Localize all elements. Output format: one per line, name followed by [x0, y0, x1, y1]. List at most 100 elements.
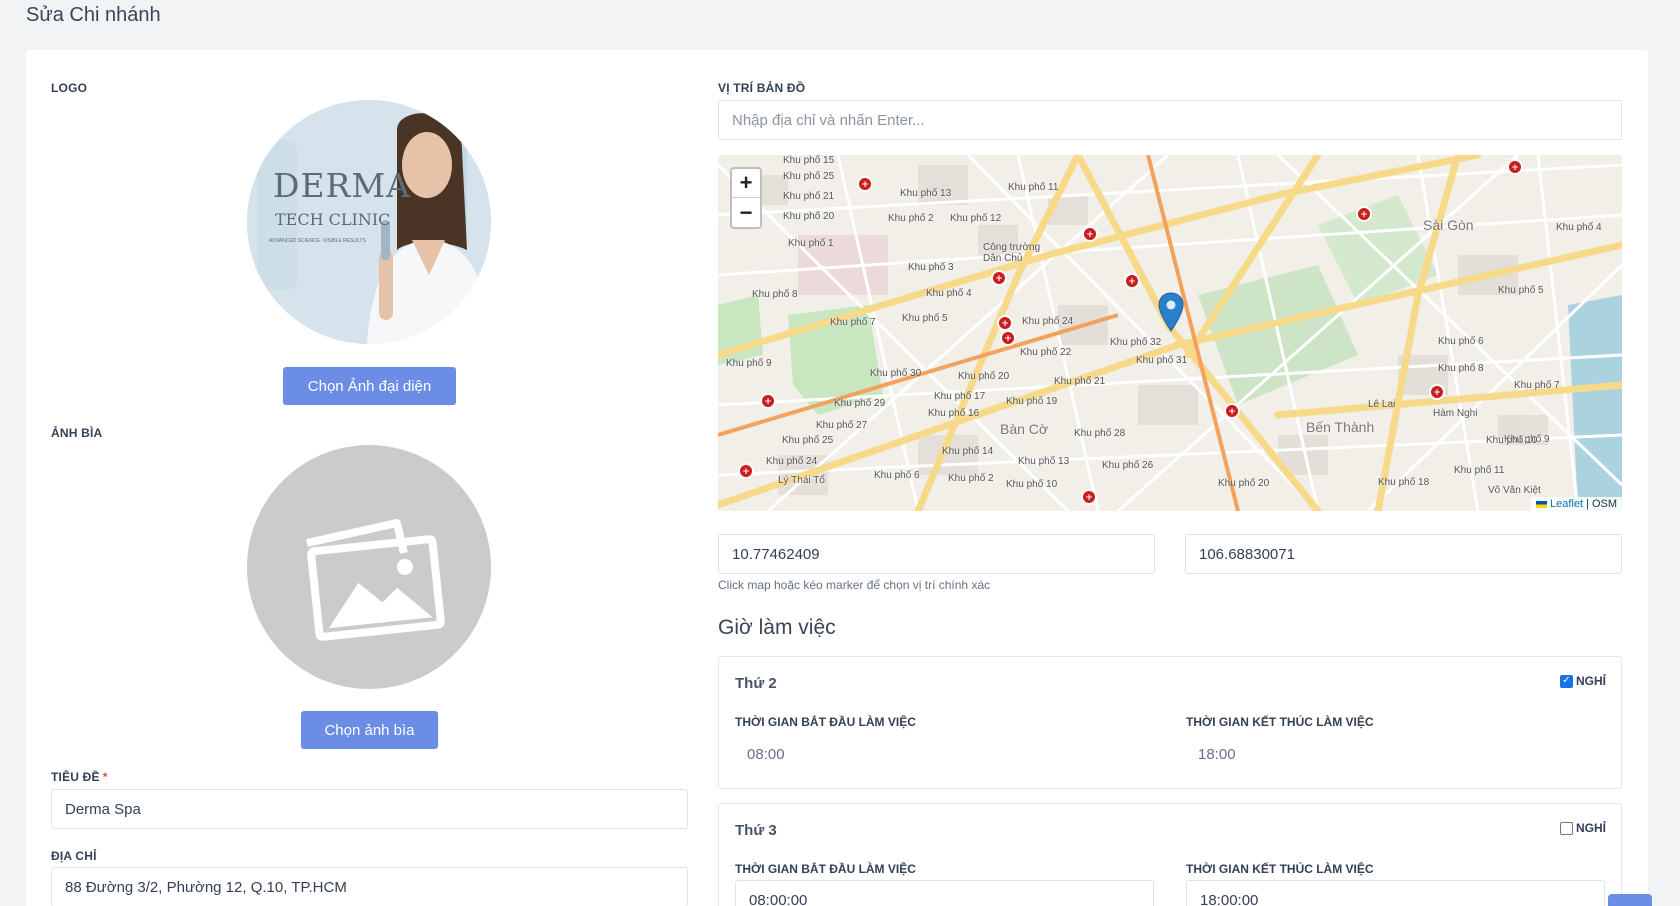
image-placeholder-icon: [306, 519, 445, 641]
day-off-checkbox[interactable]: [1560, 821, 1573, 835]
map-place-label: Khu phố 1: [788, 238, 834, 249]
start-time-input[interactable]: 08:00:00: [735, 880, 1154, 906]
map-place-label: Khu phố 29: [834, 398, 886, 409]
map-place-label: Khu phố 5: [1498, 285, 1544, 296]
map-place-label: Lý Thái Tổ: [778, 475, 825, 486]
choose-cover-button[interactable]: Chọn ảnh bìa: [301, 711, 438, 749]
map-location-label: VỊ TRÍ BẢN ĐỒ: [718, 81, 806, 95]
logo-tagline-text: ADVANCED SCIENCE. VISIBLE RESULTS: [269, 238, 366, 244]
map-place-label: Khu phố 2: [948, 473, 994, 484]
map-place-label: Khu phố 9: [726, 358, 772, 369]
start-time-label: THỜI GIAN BẮT ĐẦU LÀM VIỆC: [735, 715, 916, 729]
map-place-label: Khu phố 8: [1438, 363, 1484, 374]
map-place-label: Khu phố 12: [950, 213, 1002, 224]
address-search-input[interactable]: Nhập địa chỉ và nhấn Enter...: [718, 100, 1622, 140]
address-input[interactable]: 88 Đường 3/2, Phường 12, Q.10, TP.HCM: [51, 867, 688, 906]
latitude-input[interactable]: 10.77462409: [718, 534, 1155, 574]
map-place-label: Khu phố 26: [1102, 460, 1154, 471]
day-card-monday: Thứ 2 ✓ NGHỈ THỜI GIAN BẮT ĐẦU LÀM VIỆC …: [718, 656, 1622, 789]
map-place-label: Võ Văn Kiệt: [1488, 485, 1541, 496]
map-place-label: Khu phố 20: [958, 371, 1010, 382]
map-place-label: Khu phố 18: [1378, 477, 1430, 488]
day-off-checkbox[interactable]: ✓: [1560, 674, 1573, 688]
map-help-text: Click map hoặc kéo marker để chọn vị trí…: [718, 578, 991, 592]
day-name: Thứ 3: [735, 822, 777, 839]
floating-action-button[interactable]: [1608, 894, 1652, 906]
start-time-label: THỜI GIAN BẮT ĐẦU LÀM VIỆC: [735, 862, 916, 876]
zoom-out-button[interactable]: −: [732, 198, 760, 227]
osm-link[interactable]: OSM: [1592, 498, 1617, 510]
logo-image[interactable]: DERMA TECH CLINIC ADVANCED SCIENCE. VISI…: [247, 100, 491, 344]
map-place-label: Khu phố 7: [830, 317, 876, 328]
map-place-label: Khu phố 27: [816, 420, 868, 431]
map-place-label: Lê Lai: [1368, 399, 1396, 410]
map-place-label: Khu phố 21: [1054, 376, 1106, 387]
map-place-label: Khu phố 25: [783, 171, 835, 182]
map-place-label: Khu phố 20: [1218, 478, 1270, 489]
title-field-label: TIÊU ĐỀ *: [51, 770, 108, 784]
leaflet-link[interactable]: Leaflet: [1550, 498, 1583, 510]
map-view[interactable]: + + + + + + + + + + + + + Khu phố 15 Khu phố 25 Kh…: [718, 155, 1622, 511]
logo-label: LOGO: [51, 81, 88, 95]
choose-avatar-button[interactable]: Chọn Ảnh đại diện: [283, 367, 456, 405]
title-input[interactable]: Derma Spa: [51, 789, 688, 829]
map-place-label: Khu phố 14: [942, 446, 994, 457]
map-place-label: Hàm Nghi: [1433, 408, 1478, 419]
day-card-tuesday: Thứ 3 NGHỈ THỜI GIAN BẮT ĐẦU LÀM VIỆC TH…: [718, 803, 1622, 906]
map-place-label: Khu phố 11: [1454, 465, 1505, 476]
end-time-value[interactable]: 18:00: [1198, 746, 1236, 763]
map-place-label: Khu phố 4: [1556, 222, 1602, 233]
map-place-label: Khu phố 20: [783, 211, 835, 222]
map-place-label: Khu phố 10: [1486, 435, 1538, 446]
map-place-label: Khu phố 24: [1022, 316, 1074, 327]
day-off-label: NGHỈ: [1576, 821, 1606, 835]
map-place-label: Khu phố 28: [1074, 428, 1126, 439]
map-place-label: Khu phố 13: [900, 188, 952, 199]
day-off-toggle[interactable]: NGHỈ: [1560, 821, 1606, 835]
logo-brand-text: DERMA: [273, 166, 412, 205]
map-place-label: Khu phố 21: [783, 191, 835, 202]
map-place-label: Khu phố 32: [1110, 337, 1162, 348]
end-time-label: THỜI GIAN KẾT THÚC LÀM VIỆC: [1186, 715, 1374, 729]
ukraine-flag-icon: [1536, 500, 1548, 508]
day-off-toggle[interactable]: ✓ NGHỈ: [1560, 674, 1606, 688]
day-off-label: NGHỈ: [1576, 674, 1606, 688]
attribution-separator: |: [1586, 498, 1589, 510]
logo-sub-text: TECH CLINIC: [275, 210, 391, 229]
map-place-label: Khu phố 7: [1514, 380, 1560, 391]
map-place-label: Khu phố 2: [888, 213, 934, 224]
map-attribution: Leaflet | OSM: [1531, 497, 1622, 511]
map-place-label: Bàn Cờ: [1000, 421, 1049, 437]
map-place-label: Khu phố 6: [874, 470, 920, 481]
end-time-label: THỜI GIAN KẾT THÚC LÀM VIỆC: [1186, 862, 1374, 876]
map-place-label: Khu phố 4: [926, 288, 972, 299]
map-place-label: Sài Gòn: [1423, 217, 1474, 233]
location-marker-icon[interactable]: [1158, 292, 1184, 332]
map-place-labels: Khu phố 15 Khu phố 25 Khu phố 21 Khu phố 13…: [718, 155, 1622, 511]
end-time-input[interactable]: 18:00:00: [1186, 880, 1605, 906]
map-place-label: Khu phố 30: [870, 368, 922, 379]
map-place-label: Khu phố 3: [908, 262, 954, 273]
start-time-value[interactable]: 08:00: [747, 746, 785, 763]
map-place-label: Bến Thành: [1306, 419, 1375, 435]
page-title: Sửa Chi nhánh: [26, 4, 161, 26]
map-place-label: Khu phố 8: [752, 289, 798, 300]
map-place-label: Khu phố 15: [783, 155, 835, 166]
map-place-label: Khu phố 6: [1438, 336, 1484, 347]
map-place-label: Khu phố 22: [1020, 347, 1072, 358]
map-place-label: Khu phố 17: [934, 391, 986, 402]
zoom-in-button[interactable]: +: [732, 169, 760, 198]
cover-placeholder[interactable]: [247, 445, 491, 689]
map-place-label: Khu phố 13: [1018, 456, 1070, 467]
longitude-input[interactable]: 106.68830071: [1185, 534, 1622, 574]
map-place-label: Khu phố 16: [928, 408, 980, 419]
map-place-label: Khu phố 25: [782, 435, 834, 446]
cover-label: ẢNH BÌA: [51, 426, 103, 440]
map-place-label: Khu phố 24: [766, 456, 818, 467]
map-place-label: Khu phố 19: [1006, 396, 1058, 407]
required-mark: *: [102, 770, 108, 784]
map-place-label: Khu phố 11: [1008, 182, 1059, 193]
day-name: Thứ 2: [735, 675, 777, 692]
working-hours-title: Giờ làm việc: [718, 616, 836, 639]
address-field-label: ĐỊA CHỈ: [51, 849, 97, 863]
